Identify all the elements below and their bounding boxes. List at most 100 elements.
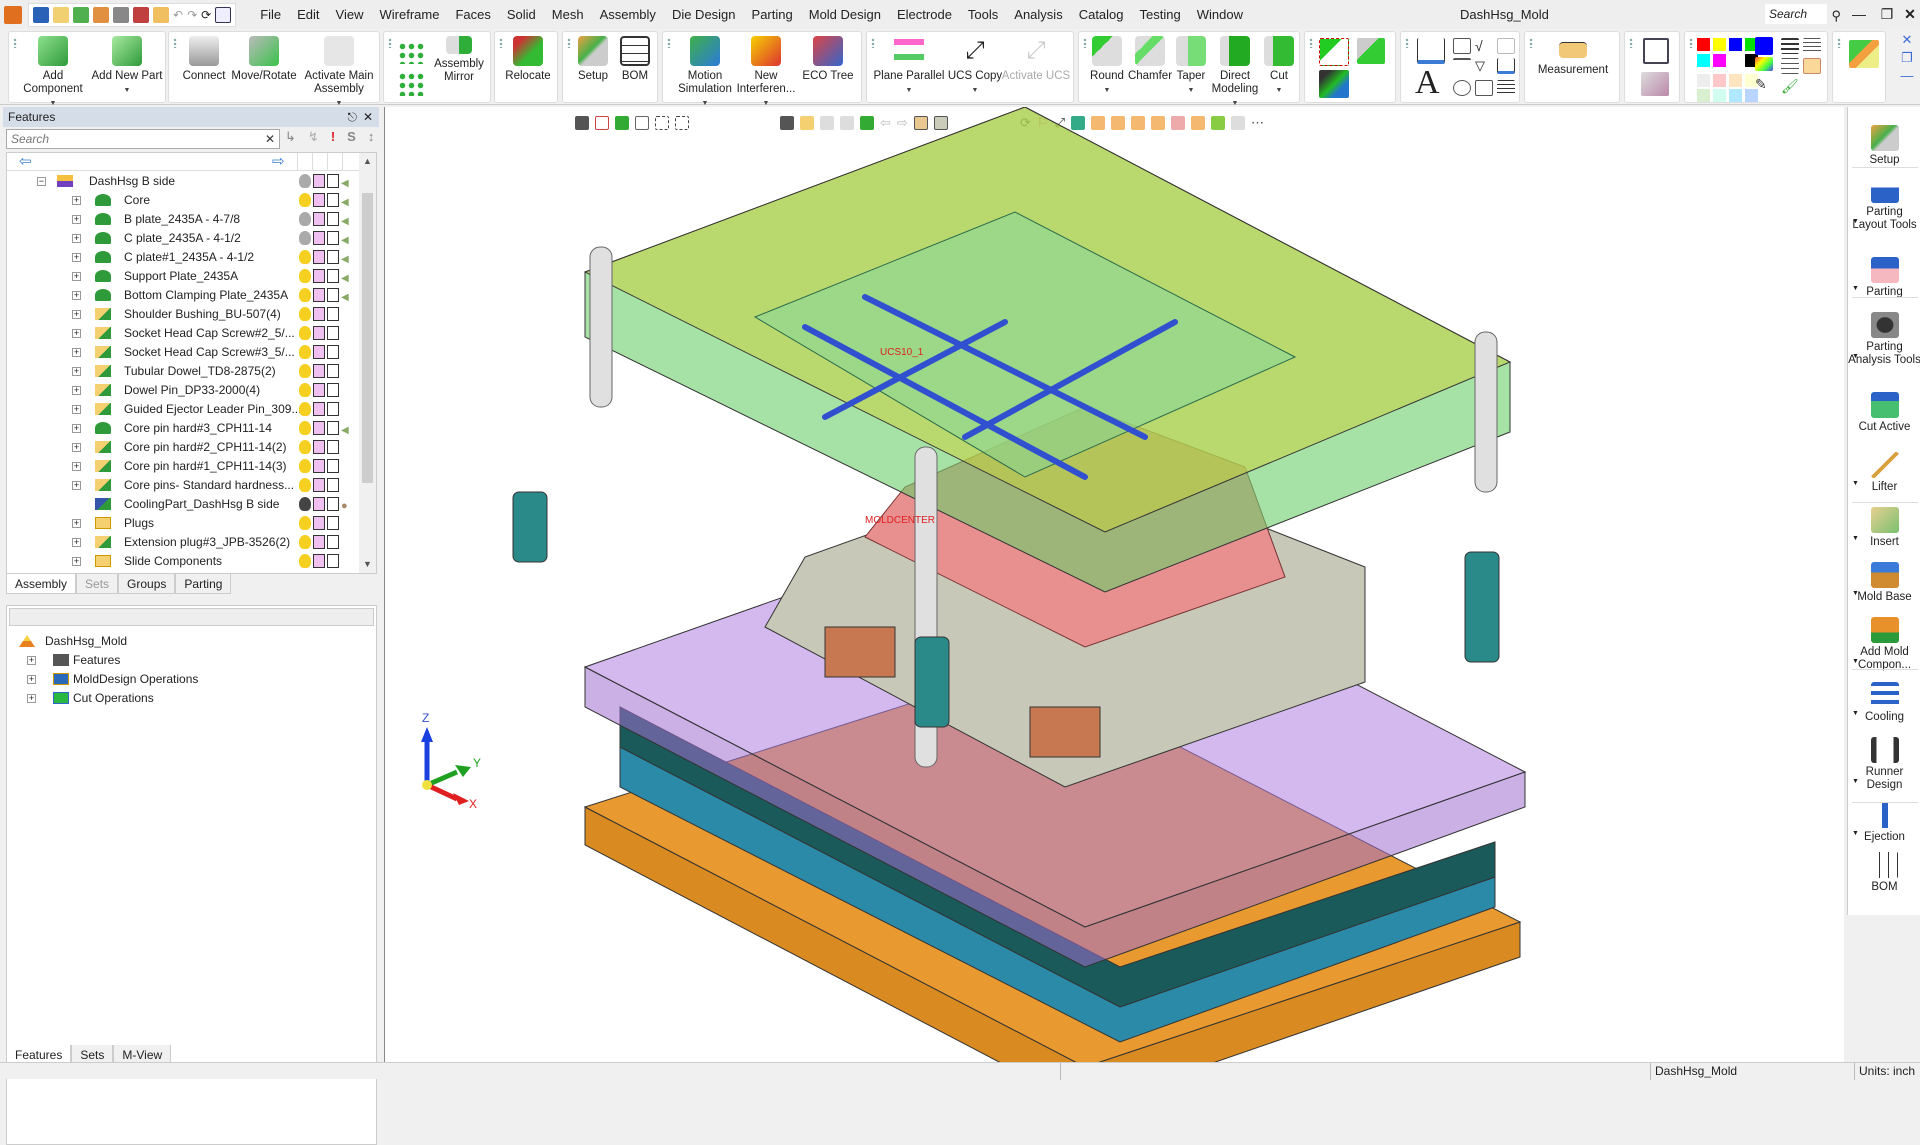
expand-toggle[interactable]: + bbox=[72, 291, 81, 300]
cut-button[interactable]: Cut ▼ bbox=[1259, 36, 1299, 97]
color-swatch[interactable] bbox=[1697, 38, 1710, 51]
close-file-icon[interactable] bbox=[153, 6, 169, 23]
activate-main-assembly-button[interactable]: Activate Main Assembly ▼ bbox=[301, 36, 377, 110]
anchor-icon[interactable]: ◀ bbox=[341, 250, 353, 265]
expand-toggle[interactable]: + bbox=[72, 215, 81, 224]
print-icon[interactable] bbox=[113, 6, 129, 23]
part-state-icon[interactable] bbox=[327, 478, 339, 492]
motion-simulation-button[interactable]: Motion Simulation ▼ bbox=[675, 36, 735, 110]
visibility-bulb-icon[interactable] bbox=[299, 535, 311, 549]
parting-analysis-button[interactable]: Parting Analysis Tools ▼ bbox=[1848, 312, 1920, 367]
line-style-icon[interactable] bbox=[1781, 58, 1799, 74]
light-color-swatch[interactable] bbox=[1697, 89, 1710, 102]
visibility-bulb-icon[interactable] bbox=[299, 231, 311, 245]
direct-modeling-button[interactable]: Direct Modeling ▼ bbox=[1209, 36, 1261, 110]
part-state-icon[interactable] bbox=[327, 326, 339, 340]
part-state-icon[interactable] bbox=[327, 345, 339, 359]
properties-icon[interactable] bbox=[215, 6, 232, 23]
paint-brush-icon[interactable]: 🖌 bbox=[1781, 78, 1799, 94]
part-state-icon[interactable] bbox=[327, 193, 339, 207]
circular-pattern-icon[interactable] bbox=[398, 72, 426, 96]
current-color-swatch[interactable] bbox=[1755, 37, 1773, 55]
menu-view[interactable]: View bbox=[328, 0, 372, 29]
slide-2[interactable] bbox=[1029, 706, 1101, 758]
assembly-hierarchy-icon[interactable] bbox=[1849, 40, 1879, 68]
import-icon[interactable] bbox=[73, 6, 89, 23]
expand-toggle[interactable]: + bbox=[72, 234, 81, 243]
model-root-row[interactable]: DashHsg_Mold bbox=[7, 632, 357, 651]
pattern-icon[interactable] bbox=[398, 42, 426, 64]
light-color-swatch[interactable] bbox=[1729, 89, 1742, 102]
menu-electrode[interactable]: Electrode bbox=[889, 0, 960, 29]
part-state-icon[interactable] bbox=[327, 554, 339, 568]
tree-scrollbar[interactable]: ▲ ▼ bbox=[359, 153, 376, 573]
menu-analysis[interactable]: Analysis bbox=[1006, 0, 1070, 29]
parting-layout-button[interactable]: Parting Layout Tools ▼ bbox=[1848, 177, 1920, 232]
add-new-part-button[interactable]: Add New Part ▼ bbox=[91, 36, 163, 97]
pin-icon[interactable]: ⎋ bbox=[348, 107, 358, 127]
light-color-swatch[interactable] bbox=[1713, 89, 1726, 102]
part-state-icon[interactable] bbox=[327, 231, 339, 245]
new-interference-button[interactable]: New Interferen... ▼ bbox=[735, 36, 797, 110]
edit-part-icon[interactable] bbox=[313, 440, 325, 454]
part-state-icon[interactable] bbox=[327, 307, 339, 321]
filter-s-icon[interactable]: S bbox=[347, 129, 356, 145]
expand-toggle[interactable]: + bbox=[72, 424, 81, 433]
expand-toggle[interactable]: + bbox=[72, 329, 81, 338]
expand-toggle[interactable]: + bbox=[72, 348, 81, 357]
edit-part-icon[interactable] bbox=[313, 402, 325, 416]
surface-finish-icon[interactable]: √ bbox=[1475, 38, 1493, 54]
expand-toggle[interactable]: + bbox=[72, 253, 81, 262]
expand-toggle[interactable]: + bbox=[27, 675, 36, 684]
dropdown-arrow-icon[interactable]: ▼ bbox=[1852, 827, 1859, 840]
clear-search-icon[interactable]: ✕ bbox=[265, 130, 275, 148]
expand-toggle[interactable]: + bbox=[27, 694, 36, 703]
expand-toggle[interactable]: + bbox=[72, 405, 81, 414]
tree-item[interactable]: + Core ◀ bbox=[7, 191, 357, 210]
tree-item[interactable]: + C plate_2435A - 4-1/2 ◀ bbox=[7, 229, 357, 248]
tree-item[interactable]: + B plate_2435A - 4-7/8 ◀ bbox=[7, 210, 357, 229]
search-icon[interactable]: ⚲ bbox=[1831, 6, 1841, 26]
filter-history-icon[interactable]: ↯ bbox=[308, 129, 319, 145]
dropdown-arrow-icon[interactable]: ▼ bbox=[1852, 350, 1859, 363]
tree-item[interactable]: + Support Plate_2435A ◀ bbox=[7, 267, 357, 286]
filter-arrow-icon[interactable]: ↳ bbox=[285, 129, 296, 145]
color-swatch[interactable] bbox=[1729, 38, 1742, 51]
part-state-icon[interactable] bbox=[327, 269, 339, 283]
visibility-bulb-icon[interactable] bbox=[299, 364, 311, 378]
part-state-icon[interactable] bbox=[327, 212, 339, 226]
doc-restore-icon[interactable]: ❐ bbox=[1898, 49, 1916, 67]
sort-icon[interactable]: ↕ bbox=[368, 129, 375, 145]
attributes-icon[interactable] bbox=[1803, 58, 1821, 74]
part-state-icon[interactable] bbox=[327, 383, 339, 397]
3d-viewport[interactable]: ⇦ ⇨ ⟳ ⚐ ⤢ ⋯ bbox=[384, 107, 1844, 1062]
tree-item[interactable]: + Tubular Dowel_TD8-2875(2) bbox=[7, 362, 357, 381]
expand-toggle[interactable]: + bbox=[72, 310, 81, 319]
menu-mesh[interactable]: Mesh bbox=[544, 0, 592, 29]
ordinate-icon[interactable] bbox=[1453, 38, 1471, 54]
filter-error-icon[interactable]: ! bbox=[331, 129, 335, 145]
anchor-icon[interactable]: ◀ bbox=[341, 212, 353, 227]
bom-button[interactable]: BOM bbox=[615, 36, 655, 83]
export-icon[interactable] bbox=[93, 6, 109, 23]
model-tree-item[interactable]: + Cut Operations bbox=[7, 689, 357, 708]
edit-part-icon[interactable] bbox=[313, 516, 325, 530]
visibility-bulb-icon[interactable] bbox=[299, 193, 311, 207]
layer-icon[interactable] bbox=[1803, 38, 1821, 54]
split-icon[interactable] bbox=[1319, 38, 1349, 66]
collapse-toggle[interactable]: − bbox=[37, 177, 46, 186]
edit-part-icon[interactable] bbox=[313, 478, 325, 492]
color-picker-icon[interactable] bbox=[1755, 57, 1773, 71]
datum-icon[interactable] bbox=[1453, 58, 1471, 74]
expand-toggle[interactable]: + bbox=[72, 519, 81, 528]
doc-minimize-icon[interactable]: — bbox=[1898, 67, 1916, 85]
visibility-bulb-icon[interactable] bbox=[299, 288, 311, 302]
tree-item[interactable]: + Core pin hard#2_CPH11-14(2) bbox=[7, 438, 357, 457]
tree-item[interactable]: + Core pins- Standard hardness... bbox=[7, 476, 357, 495]
color-swatch[interactable] bbox=[1713, 38, 1726, 51]
cooling-button[interactable]: Cooling ▼ bbox=[1848, 682, 1920, 724]
model-tree-item[interactable]: + Features bbox=[7, 651, 357, 670]
tree-item[interactable]: + Guided Ejector Leader Pin_309... bbox=[7, 400, 357, 419]
anchor-icon[interactable]: ◀ bbox=[341, 174, 353, 189]
setup-button[interactable]: Setup bbox=[573, 36, 613, 83]
